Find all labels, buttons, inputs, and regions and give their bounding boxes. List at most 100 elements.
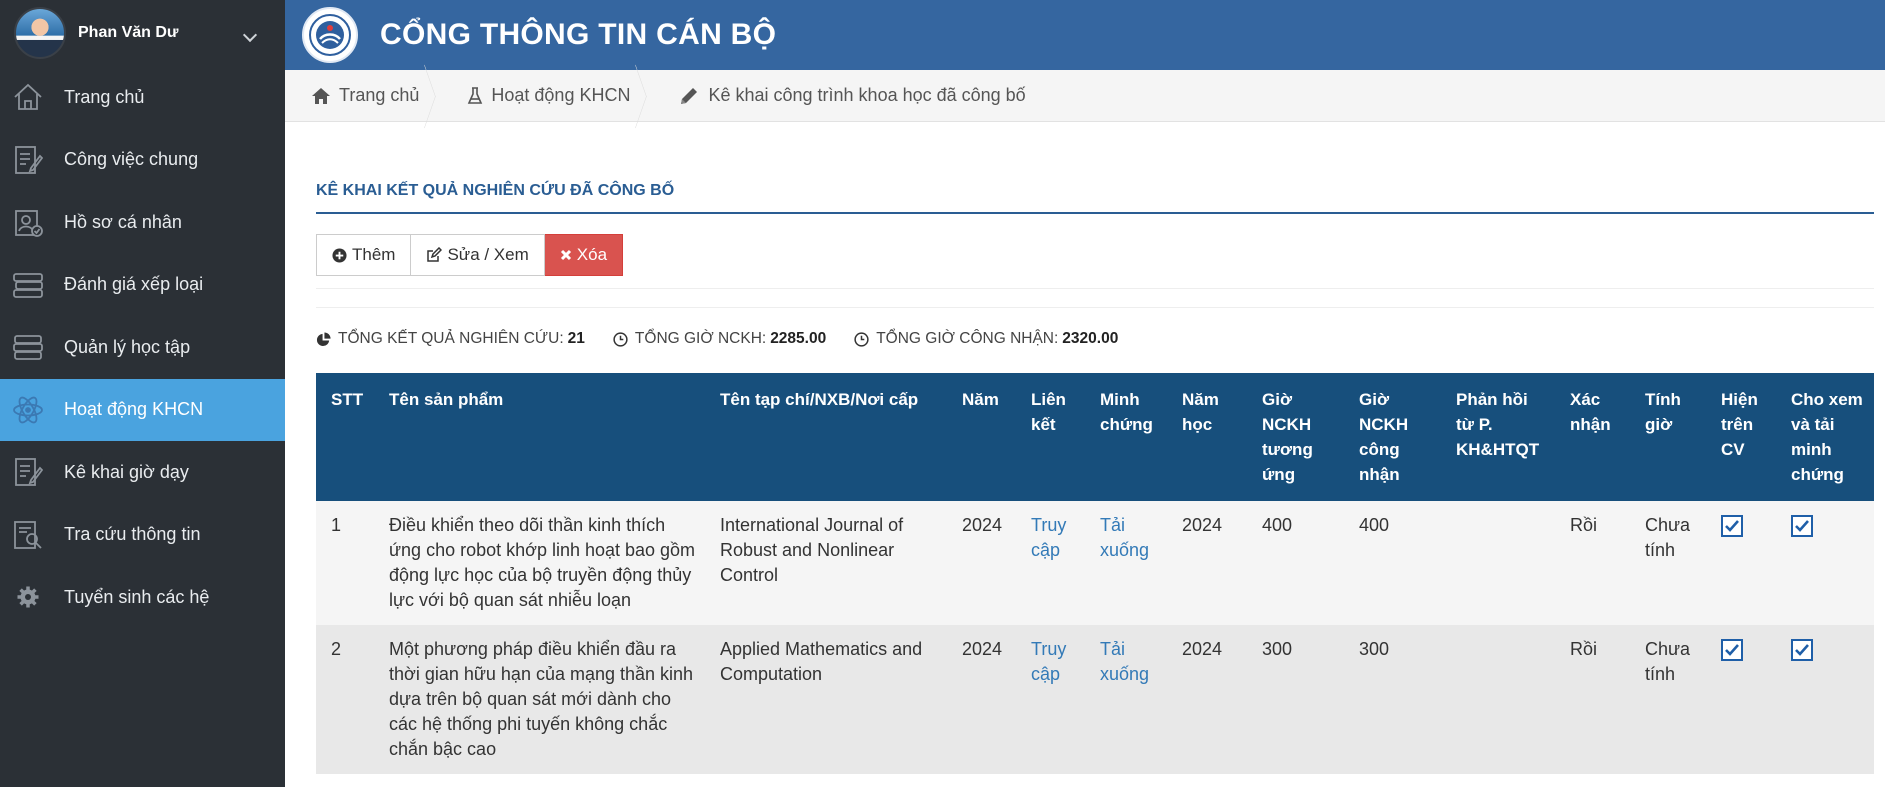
document-edit-icon	[10, 142, 46, 178]
show-cv-checkbox[interactable]	[1721, 639, 1743, 661]
clock-icon	[613, 331, 628, 347]
check-icon	[1795, 520, 1809, 532]
sidebar-item-label: Quản lý học tập	[64, 336, 191, 357]
top-header: CỔNG THÔNG TIN CÁN BỘ	[285, 0, 1885, 70]
sidebar-item-admissions[interactable]: Tuyển sinh các hệ	[0, 566, 285, 629]
download-link[interactable]: Tải xuống	[1100, 639, 1149, 684]
header-journal[interactable]: Tên tạp chí/NXB/Nơi cấp	[705, 373, 947, 501]
books-icon	[10, 267, 46, 303]
cell-product: Điều khiển theo dõi thần kinh thích ứng …	[389, 515, 696, 610]
delete-button[interactable]: Xóa	[544, 234, 624, 276]
cell-hours: 300	[1262, 639, 1293, 659]
edit-icon	[427, 247, 443, 262]
home-icon	[10, 79, 46, 115]
header-feedback[interactable]: Phản hồi từ P. KH&HTQT	[1441, 373, 1555, 501]
header-year[interactable]: Năm	[947, 373, 1016, 501]
plus-circle-icon	[332, 247, 347, 263]
header-count-hours[interactable]: Tính giờ	[1630, 373, 1706, 501]
breadcrumb-home[interactable]: Trang chủ	[285, 70, 441, 122]
stat-total-hours: Tổng giờ NCKH: 2285.00	[613, 330, 826, 348]
books-stack-icon	[10, 329, 46, 365]
add-button-label: Thêm	[352, 245, 396, 264]
cell-show-cv	[1706, 501, 1776, 625]
sidebar-item-evaluation[interactable]: Đánh giá xếp loại	[0, 254, 285, 317]
sidebar-item-label: Đánh giá xếp loại	[64, 274, 204, 295]
cell-show-cv	[1706, 625, 1776, 774]
header-hours[interactable]: Giờ NCKH tương ứng	[1247, 373, 1344, 501]
clock-icon	[854, 331, 869, 347]
results-table: STT Tên sản phẩm Tên tạp chí/NXB/Nơi cấp…	[316, 373, 1874, 774]
cell-stt: 2	[331, 639, 342, 659]
sidebar-item-home[interactable]: Trang chủ	[0, 66, 285, 129]
sidebar-item-label: Kê khai giờ dạy	[64, 461, 189, 482]
share-checkbox[interactable]	[1791, 515, 1813, 537]
sidebar-item-science-activities[interactable]: Hoạt động KHCN	[0, 378, 285, 441]
section-title: Kê khai kết quả nghiên cứu đã công bố	[316, 182, 1874, 214]
header-confirm[interactable]: Xác nhận	[1555, 373, 1630, 501]
header-stt[interactable]: STT	[316, 373, 374, 501]
page-title: CỔNG THÔNG TIN CÁN BỘ	[380, 18, 777, 51]
check-icon	[1725, 520, 1739, 532]
cell-count-hours: Chưa tính	[1645, 515, 1691, 560]
cell-link: Truy cập	[1016, 501, 1085, 625]
sidebar: Phan Văn Dư Trang chủ Công việc chung Hồ…	[0, 0, 285, 787]
sidebar-item-lookup[interactable]: Tra cứu thông tin	[0, 504, 285, 567]
home-icon	[312, 87, 330, 104]
breadcrumb-current: Kê khai công trình khoa học đã công bố	[652, 70, 1047, 122]
header-product[interactable]: Tên sản phẩm	[374, 373, 705, 501]
stat-total-results: Tổng kết quả nghiên cứu: 21	[316, 330, 585, 348]
user-menu[interactable]: Phan Văn Dư	[0, 0, 285, 66]
divider	[316, 288, 1874, 289]
cell-journal: Applied Mathematics and Computation	[720, 639, 923, 684]
add-button[interactable]: Thêm	[316, 234, 412, 276]
cell-confirm: Rồi	[1570, 639, 1598, 659]
toolbar: Thêm Sửa / Xem Xóa	[316, 234, 1874, 276]
sidebar-item-teaching-hours[interactable]: Kê khai giờ dạy	[0, 441, 285, 504]
edit-button[interactable]: Sửa / Xem	[411, 234, 545, 276]
sidebar-item-label: Hồ sơ cá nhân	[64, 211, 182, 232]
cell-school-year: 2024	[1182, 515, 1223, 535]
table-row[interactable]: 1 Điều khiển theo dõi thần kinh thích ứn…	[316, 501, 1874, 625]
header-approved-hours[interactable]: Giờ NCKH công nhận	[1344, 373, 1441, 501]
chevron-down-icon[interactable]	[242, 27, 258, 43]
sidebar-item-label: Hoạt động KHCN	[64, 399, 204, 420]
avatar	[14, 7, 66, 59]
sidebar-item-label: Tra cứu thông tin	[64, 524, 201, 545]
sidebar-item-general-work[interactable]: Công việc chung	[0, 129, 285, 192]
share-checkbox[interactable]	[1791, 639, 1813, 661]
check-icon	[1725, 644, 1739, 656]
sidebar-item-label: Tuyển sinh các hệ	[64, 586, 210, 607]
breadcrumb-science[interactable]: Hoạt động KHCN	[441, 70, 652, 122]
logo[interactable]	[302, 7, 358, 63]
stat-value: 21	[567, 330, 585, 347]
flask-icon	[468, 86, 483, 104]
breadcrumb: Trang chủ Hoạt động KHCN Kê khai công tr…	[285, 70, 1885, 122]
cell-year: 2024	[962, 639, 1003, 659]
header-link[interactable]: Liên kết	[1016, 373, 1085, 501]
access-link[interactable]: Truy cập	[1031, 639, 1066, 684]
cell-journal: International Journal of Robust and Nonl…	[720, 515, 904, 585]
cell-evidence: Tải xuống	[1085, 501, 1167, 625]
cell-feedback	[1441, 501, 1555, 625]
table-row[interactable]: 2 Một phương pháp điều khiển đầu ra thời…	[316, 625, 1874, 774]
edit-button-label: Sửa / Xem	[447, 245, 529, 264]
header-school-year[interactable]: Năm học	[1167, 373, 1247, 501]
cell-link: Truy cập	[1016, 625, 1085, 774]
sidebar-item-profile[interactable]: Hồ sơ cá nhân	[0, 191, 285, 254]
document-pen-icon	[10, 454, 46, 490]
header-share[interactable]: Cho xem và tải minh chứng	[1776, 373, 1874, 501]
stat-value: 2285.00	[770, 330, 827, 347]
delete-button-label: Xóa	[576, 245, 608, 264]
sidebar-item-label: Công việc chung	[64, 149, 199, 170]
cell-stt: 1	[331, 515, 342, 535]
sidebar-item-study-management[interactable]: Quản lý học tập	[0, 316, 285, 379]
header-show-cv[interactable]: Hiện trên CV	[1706, 373, 1776, 501]
download-link[interactable]: Tải xuống	[1100, 515, 1149, 560]
header-evidence[interactable]: Minh chứng	[1085, 373, 1167, 501]
profile-icon	[10, 204, 46, 240]
cell-approved-hours: 300	[1359, 639, 1390, 659]
show-cv-checkbox[interactable]	[1721, 515, 1743, 537]
access-link[interactable]: Truy cập	[1031, 515, 1066, 560]
breadcrumb-label: Hoạt động KHCN	[491, 85, 631, 105]
search-doc-icon	[10, 517, 46, 553]
